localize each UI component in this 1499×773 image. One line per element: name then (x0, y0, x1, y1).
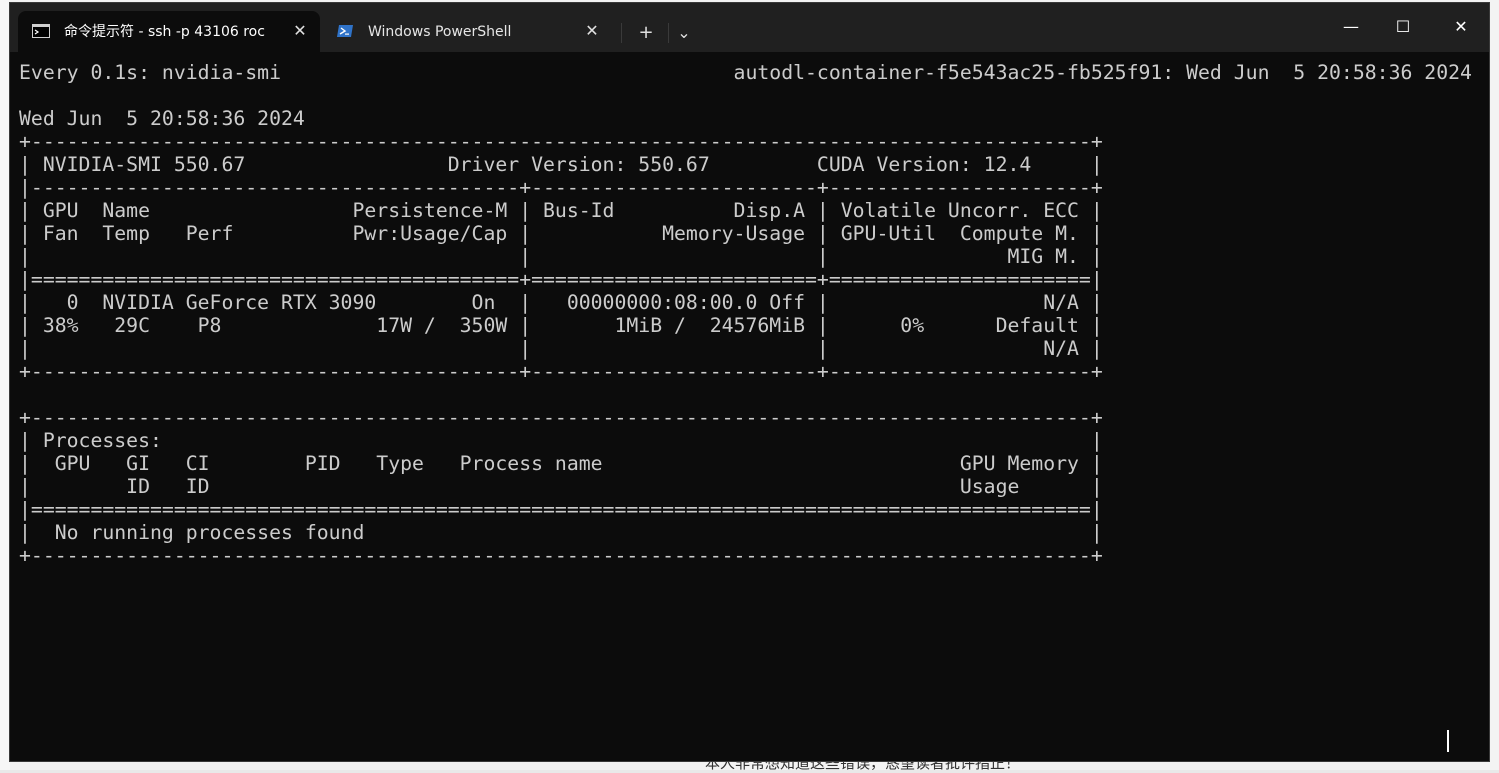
terminal-line: | GPU Name Persistence-M | Bus-Id Disp.A… (19, 199, 1103, 222)
powershell-icon (337, 25, 353, 37)
terminal-line: Wed Jun 5 20:58:36 2024 (19, 107, 305, 130)
minimize-button[interactable]: — (1328, 11, 1374, 43)
text-cursor (1447, 730, 1449, 752)
terminal-window: 命令提示符 - ssh -p 43106 roc ✕ Windows Power… (9, 2, 1490, 762)
terminal-line: | NVIDIA-SMI 550.67 Driver Version: 550.… (19, 153, 1103, 176)
terminal-line: +---------------------------------------… (19, 360, 1103, 383)
terminal-line: | Fan Temp Perf Pwr:Usage/Cap | Memory-U… (19, 222, 1103, 245)
terminal-output[interactable]: Every 0.1s: nvidia-smi autodl-container-… (19, 61, 1479, 751)
terminal-line: +---------------------------------------… (19, 130, 1103, 153)
new-tab-button[interactable]: + (631, 20, 661, 46)
tab-command-prompt[interactable]: 命令提示符 - ssh -p 43106 roc ✕ (18, 11, 320, 52)
terminal-line: | 38% 29C P8 17W / 350W | 1MiB / 24576Mi… (19, 314, 1103, 337)
title-bar[interactable]: 命令提示符 - ssh -p 43106 roc ✕ Windows Power… (10, 3, 1489, 52)
tab-title: Windows PowerShell (368, 24, 512, 40)
terminal-line: | Processes: | (19, 429, 1103, 452)
terminal-line: |=======================================… (19, 498, 1103, 521)
terminal-line: +---------------------------------------… (19, 406, 1103, 429)
terminal-line: Every 0.1s: nvidia-smi autodl-container-… (19, 61, 1472, 84)
close-window-button[interactable]: ✕ (1438, 11, 1484, 43)
tab-dropdown-chevron-down-icon[interactable]: ⌄ (669, 20, 699, 46)
command-prompt-icon (32, 24, 50, 38)
tab-title: 命令提示符 - ssh -p 43106 roc (64, 24, 265, 40)
tab-windows-powershell[interactable]: Windows PowerShell ✕ (322, 11, 612, 52)
terminal-line: | 0 NVIDIA GeForce RTX 3090 On | 0000000… (19, 291, 1103, 314)
maximize-button[interactable]: ☐ (1380, 11, 1426, 43)
terminal-line: | GPU GI CI PID Type Process name GPU Me… (19, 452, 1103, 475)
terminal-line: |=======================================… (19, 268, 1103, 291)
terminal-line: |---------------------------------------… (19, 176, 1103, 199)
terminal-line: | ID ID Usage | (19, 475, 1103, 498)
terminal-line: | | | N/A | (19, 337, 1103, 360)
terminal-line: | | | MIG M. | (19, 245, 1103, 268)
tab-close-icon[interactable]: ✕ (582, 21, 602, 41)
tab-close-icon[interactable]: ✕ (290, 21, 310, 41)
terminal-line: +---------------------------------------… (19, 544, 1103, 567)
tab-separator (621, 23, 622, 43)
terminal-line: | No running processes found | (19, 521, 1103, 544)
